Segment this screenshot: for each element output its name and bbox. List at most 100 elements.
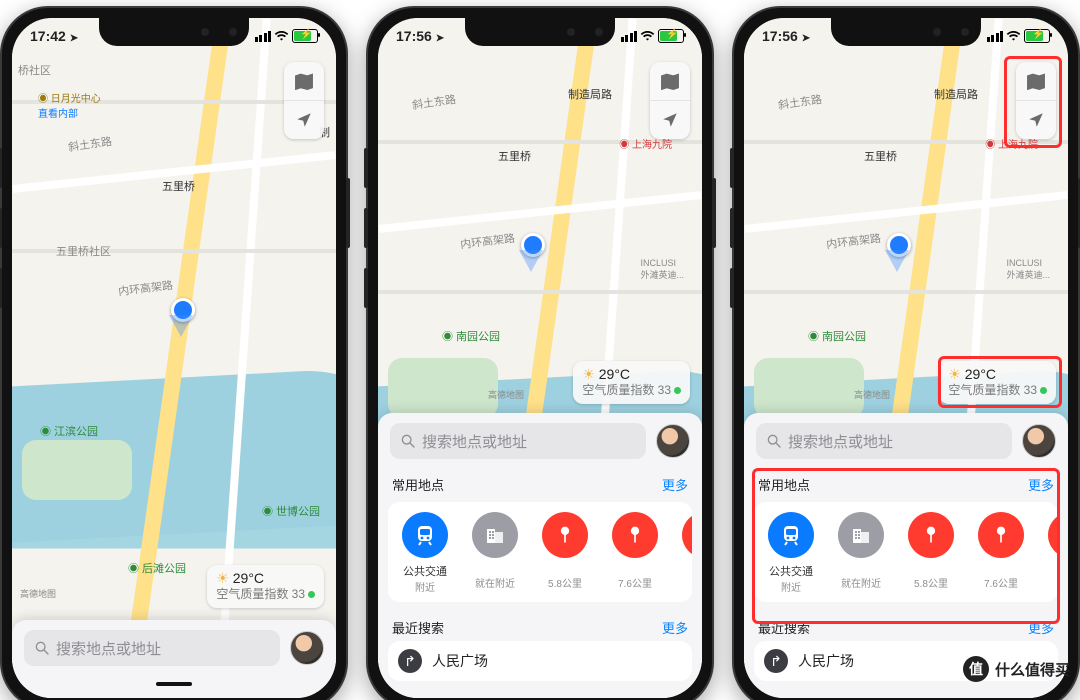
heading-beam [169, 315, 193, 337]
favorites-row[interactable]: 公共交通 附近 就在附近 5.8公里 7.6公里 8 [754, 502, 1058, 602]
avatar[interactable] [1022, 424, 1056, 458]
favorite-subtitle: 附近 [396, 579, 454, 594]
avatar[interactable] [290, 631, 324, 665]
pin-icon [612, 512, 658, 558]
search-placeholder: 搜索地点或地址 [422, 431, 527, 452]
favorite-subtitle: 7.6公里 [606, 575, 664, 590]
recent-more-link[interactable]: 更多 [1028, 618, 1054, 637]
battery-icon: ⚡ [292, 29, 318, 43]
favorite-item[interactable]: 5.8公里 [536, 512, 594, 594]
road [744, 191, 1067, 233]
search-placeholder: 搜索地点或地址 [788, 431, 893, 452]
map-attribution: 高德地图 [20, 587, 56, 600]
recent-icon: ↱ [398, 649, 422, 673]
weather-icon: ☀ [582, 366, 595, 382]
favorite-title [606, 563, 664, 575]
map-label: 五里桥 [498, 148, 531, 164]
map-label: 桥社区 [18, 62, 51, 78]
road-label: 斜土东路 [777, 91, 823, 113]
recent-icon: ↱ [764, 649, 788, 673]
favorite-subtitle: 附近 [762, 579, 820, 594]
map-poi[interactable]: INCLUSI 外滩英迪... [1006, 258, 1050, 281]
favorite-item[interactable]: 公共交通 附近 [396, 512, 454, 594]
favorite-title: 公共交通 [762, 563, 820, 579]
favorite-title: 公共交通 [396, 563, 454, 579]
favorites-more-link[interactable]: 更多 [662, 475, 688, 494]
locate-button[interactable] [284, 100, 324, 139]
map-mode-button[interactable] [1016, 62, 1056, 100]
locate-button[interactable] [1016, 100, 1056, 139]
bottom-sheet[interactable]: 搜索地点或地址 常用地点 更多 公共交通 附近 就在附近 5.8公里 [378, 413, 702, 698]
aqi-dot [308, 591, 315, 598]
watermark: 值 什么值得买 [963, 656, 1070, 682]
favorites-more-link[interactable]: 更多 [1028, 475, 1054, 494]
favorite-subtitle: 8 [1042, 575, 1058, 586]
road-label: 内环高架路 [459, 230, 516, 253]
phone-frame: 17:42 ➤ ⚡ 桥社区 ◉ 日月光中心直看内部 五里桥社区 五里桥 斜土东路… [0, 6, 348, 700]
road-label: 内环高架路 [825, 230, 882, 253]
favorites-title: 常用地点 [392, 475, 444, 494]
favorite-title [466, 563, 524, 575]
map-poi[interactable]: ◉ 日月光中心直看内部 [38, 90, 101, 120]
recent-title: 最近搜索 [758, 618, 810, 637]
favorite-item[interactable]: 5.8公里 [902, 512, 960, 594]
aqi-label: 空气质量指数 33 [216, 587, 305, 601]
bottom-sheet[interactable]: 搜索地点或地址 [12, 620, 336, 698]
recent-more-link[interactable]: 更多 [662, 618, 688, 637]
favorite-item[interactable]: 8 [676, 512, 692, 594]
favorite-subtitle: 就在附近 [466, 575, 524, 590]
recent-item-title: 人民广场 [798, 651, 854, 671]
favorite-subtitle: 5.8公里 [536, 575, 594, 590]
favorites-header: 常用地点 更多 [378, 469, 702, 498]
aqi-label: 空气质量指数 33 [582, 383, 671, 397]
favorite-title [1042, 563, 1058, 575]
park-area [22, 440, 132, 500]
search-input[interactable]: 搜索地点或地址 [756, 423, 1012, 459]
favorite-item[interactable]: 7.6公里 [972, 512, 1030, 594]
locate-button[interactable] [650, 100, 690, 139]
watermark-text: 什么值得买 [995, 659, 1070, 680]
weather-pill[interactable]: ☀ 29°C 空气质量指数 33 [207, 565, 324, 609]
battery-icon: ⚡ [658, 29, 684, 43]
heading-beam [885, 250, 909, 272]
search-input[interactable]: 搜索地点或地址 [390, 423, 646, 459]
recent-title: 最近搜索 [392, 618, 444, 637]
recent-item[interactable]: ↱ 人民广场 [388, 641, 692, 681]
search-icon [400, 433, 416, 449]
map-mode-button[interactable] [284, 62, 324, 100]
favorites-title: 常用地点 [758, 475, 810, 494]
clock: 17:56 ➤ [396, 28, 444, 44]
map-label: 五里桥 [864, 148, 897, 164]
favorite-subtitle: 7.6公里 [972, 575, 1030, 590]
clock: 17:56 ➤ [762, 28, 810, 44]
clock: 17:42 ➤ [30, 28, 78, 44]
favorite-item[interactable]: 就在附近 [466, 512, 524, 594]
favorite-item[interactable]: 7.6公里 [606, 512, 664, 594]
map-poi[interactable]: INCLUSI 外滩英迪... [640, 258, 684, 281]
map-toolbox [1016, 62, 1056, 139]
pin-icon [1048, 512, 1058, 558]
map-mode-button[interactable] [650, 62, 690, 100]
search-input[interactable]: 搜索地点或地址 [24, 630, 280, 666]
road-label: 内环高架路 [117, 277, 174, 300]
favorites-row[interactable]: 公共交通 附近 就在附近 5.8公里 7.6公里 8 [388, 502, 692, 602]
screen: 17:56 ➤ ⚡ 五里桥 斜土东路 制造局路 ◉ 上海九院 内环高架路 ◉ 南… [378, 18, 702, 698]
favorite-item[interactable]: 8 [1042, 512, 1058, 594]
favorite-title [972, 563, 1030, 575]
avatar[interactable] [656, 424, 690, 458]
phone-frame: 17:56 ➤ ⚡ 五里桥 斜土东路 制造局路 ◉ 上海九院 内环高架路 ◉ 南… [732, 6, 1080, 700]
favorite-subtitle: 就在附近 [832, 575, 890, 590]
favorite-item[interactable]: 公共交通 附近 [762, 512, 820, 594]
favorite-subtitle: 5.8公里 [902, 575, 960, 590]
favorite-item[interactable]: 就在附近 [832, 512, 890, 594]
notch [99, 18, 249, 46]
road-label: 斜土东路 [67, 133, 113, 155]
park-area [754, 358, 864, 418]
map-toolbox [284, 62, 324, 139]
temperature: 29°C [233, 570, 264, 586]
weather-icon: ☀ [216, 570, 229, 586]
weather-pill[interactable]: ☀ 29°C 空气质量指数 33 [939, 361, 1056, 405]
weather-pill[interactable]: ☀ 29°C 空气质量指数 33 [573, 361, 690, 405]
temperature: 29°C [965, 366, 996, 382]
notch [465, 18, 615, 46]
